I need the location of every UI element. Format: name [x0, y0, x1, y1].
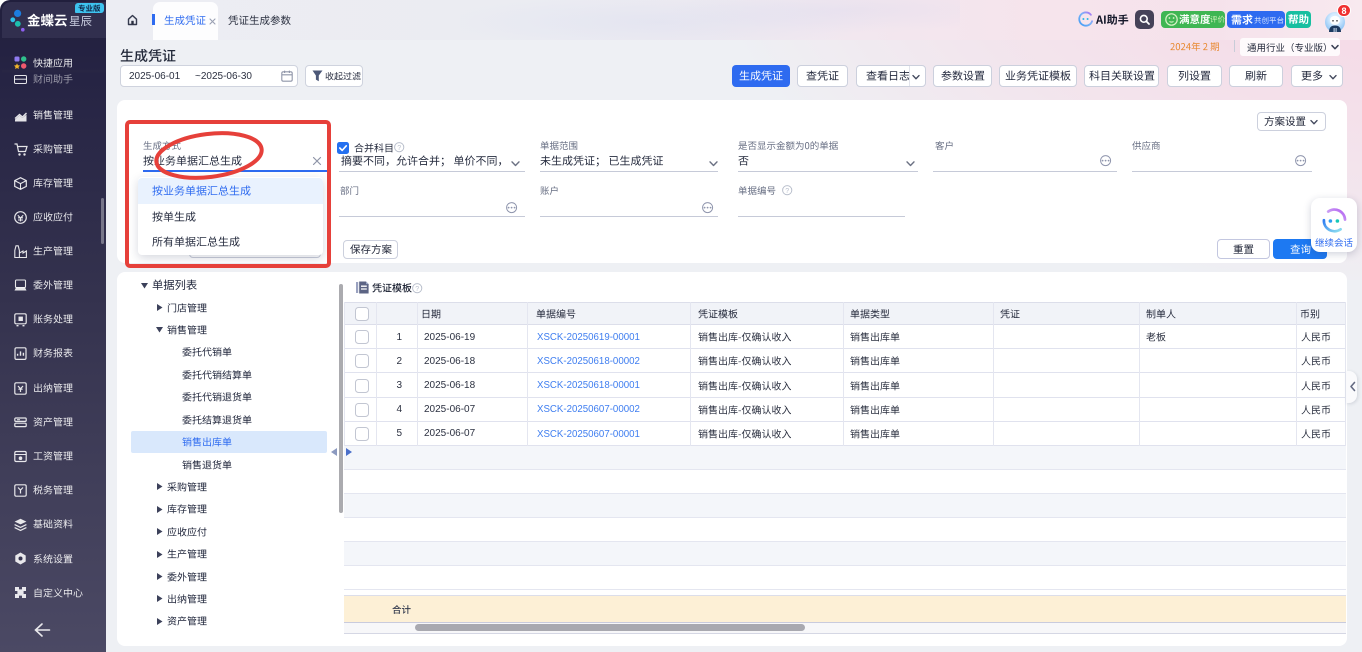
svg-text:?: ? — [416, 286, 420, 293]
svg-text:?: ? — [785, 188, 789, 195]
svg-text:?: ? — [397, 145, 401, 152]
